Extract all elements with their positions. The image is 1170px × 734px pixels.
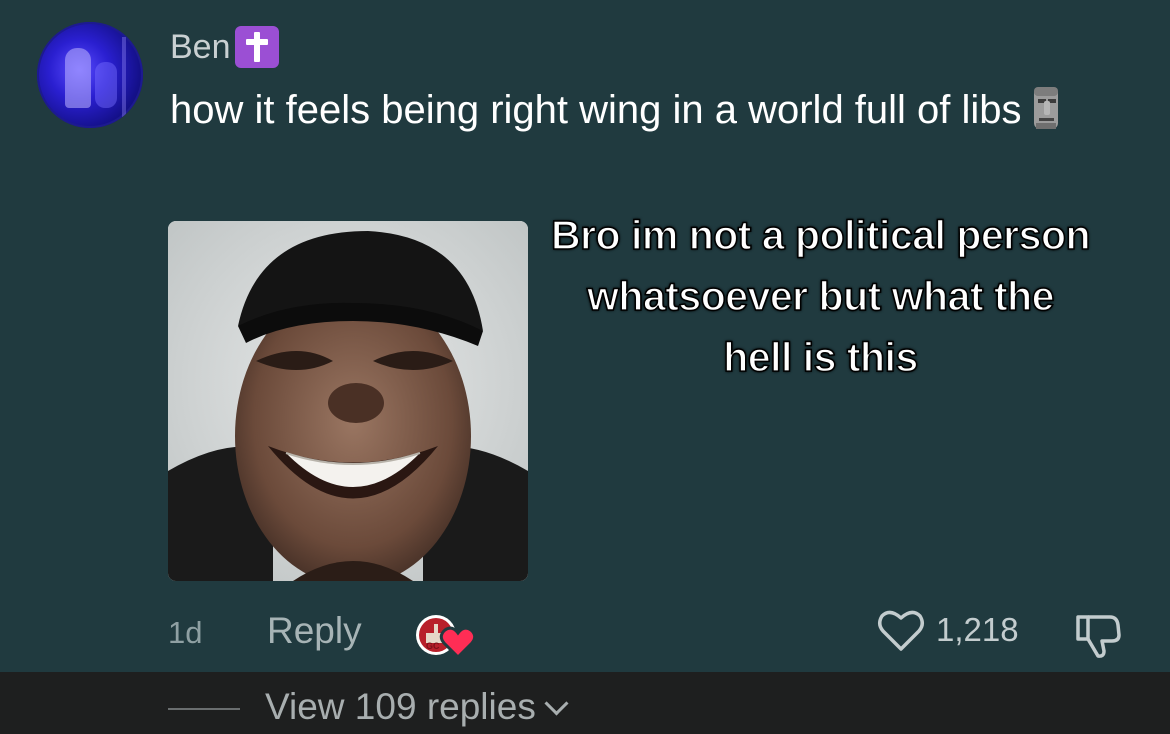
comment-body: how it feels being right wing in a world… bbox=[170, 88, 1022, 132]
user-avatar[interactable] bbox=[37, 22, 143, 128]
divider bbox=[168, 708, 240, 710]
like-count: 1,218 bbox=[936, 611, 1019, 648]
avatar-detail bbox=[122, 37, 126, 117]
comment-text: how it feels being right wing in a world… bbox=[170, 84, 1140, 136]
avatar-figure-2 bbox=[95, 62, 117, 108]
view-replies-button[interactable]: View 109 replies bbox=[265, 686, 569, 728]
like-button[interactable]: 1,218 bbox=[876, 607, 1019, 653]
username[interactable]: Ben bbox=[170, 28, 231, 67]
view-replies-bar[interactable]: View 109 replies bbox=[0, 672, 1170, 734]
dislike-icon[interactable] bbox=[1072, 611, 1124, 661]
creator-liked-heart-icon: GC bbox=[414, 605, 480, 661]
chevron-down-icon bbox=[544, 690, 569, 716]
cross-emoji-icon bbox=[234, 26, 279, 68]
comment-age: 1d bbox=[168, 615, 203, 650]
reply-button[interactable]: Reply bbox=[267, 610, 362, 652]
overlay-caption: Bro im not a political person whatsoever… bbox=[550, 211, 1091, 381]
username-row[interactable]: Ben bbox=[170, 26, 279, 68]
comment-item: Ben how it feels being right wing in a w… bbox=[0, 0, 1170, 672]
avatar-figure bbox=[65, 48, 91, 108]
svg-text:GC: GC bbox=[426, 641, 440, 651]
comment-photo[interactable] bbox=[168, 221, 528, 581]
view-replies-label[interactable]: View 109 replies bbox=[265, 686, 536, 728]
heart-outline-icon[interactable] bbox=[876, 607, 926, 653]
smiling-face-photo bbox=[168, 221, 528, 581]
comment-actions: 1d Reply GC 1,218 bbox=[0, 605, 1170, 661]
moai-emoji-icon bbox=[1028, 85, 1064, 131]
